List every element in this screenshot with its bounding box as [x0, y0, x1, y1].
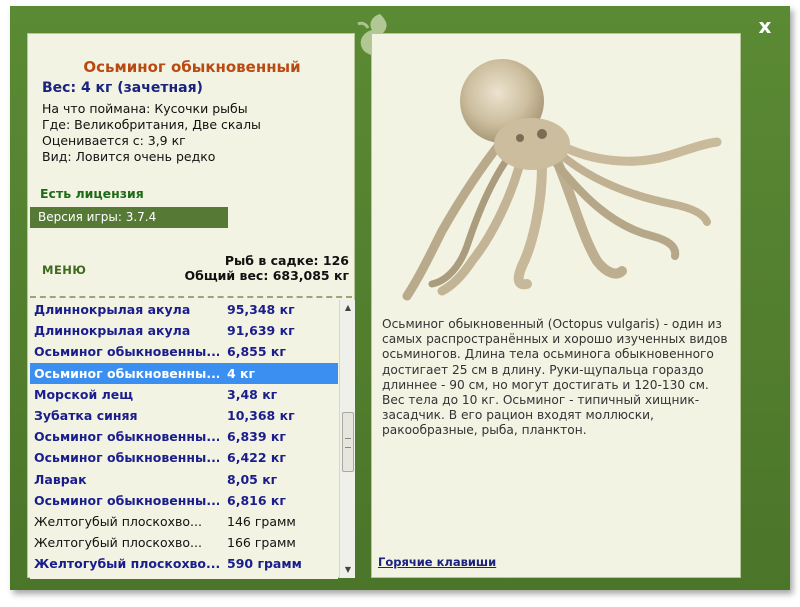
catch-location: Где: Великобритания, Две скалы: [42, 117, 261, 132]
catch-fish-weight: 6,855 кг: [227, 344, 286, 360]
catch-list-row[interactable]: Осьминог обыкновенны... 6,422 кг: [30, 447, 338, 468]
catch-fish-weight: 6,839 кг: [227, 429, 286, 445]
catch-fish-weight: 91,639 кг: [227, 323, 295, 339]
catch-fish-weight: 8,05 кг: [227, 471, 278, 487]
license-status: Есть лицензия: [40, 186, 144, 201]
catch-fish-weight: 95,348 кг: [227, 302, 295, 317]
catch-fish-name: Осьминог обыкновенны...: [34, 365, 219, 381]
catch-list-row[interactable]: Длиннокрылая акула 91,639 кг: [30, 320, 338, 341]
octopus-image: [402, 59, 722, 301]
catch-fish-weight: 4 кг: [227, 365, 256, 381]
catch-list-row[interactable]: Осьминог обыкновенны... 4 кг: [30, 362, 338, 384]
catch-list-row[interactable]: Зубатка синяя 10,368 кг: [30, 405, 338, 426]
fish-details: На что поймана: Кусочки рыбы Где: Велико…: [42, 101, 261, 165]
catch-fish-weight: 3,48 кг: [227, 386, 278, 402]
catch-fish-name: Желтогубый плоскохво...: [34, 513, 202, 529]
catch-fish-weight: 10,368 кг: [227, 407, 295, 423]
catch-fish-name: Морской лещ: [34, 386, 134, 402]
catch-fish-name: Осьминог обыкновенны...: [34, 429, 219, 445]
catch-rarity: Вид: Ловится очень редко: [42, 149, 216, 164]
catch-list-row[interactable]: Длиннокрылая акула 95,348 кг: [30, 299, 338, 320]
catch-fish-weight: 166 грамм: [227, 535, 296, 551]
scroll-thumb[interactable]: [342, 412, 354, 472]
game-version: Версия игры: 3.7.4: [30, 207, 228, 228]
catch-fish-weight: 590 грамм: [227, 556, 302, 572]
total-weight: Общий вес: 683,085 кг: [184, 268, 350, 283]
catch-list-row[interactable]: Осьминог обыкновенны... 6,839 кг: [30, 426, 338, 447]
fish-title: Осьминог обыкновенный: [83, 58, 301, 76]
scroll-down-icon[interactable]: ▼: [340, 562, 356, 578]
catch-fish-name: Желтогубый плоскохво...: [34, 535, 202, 551]
catch-list-row[interactable]: Желтогубый плоскохво... 590 грамм: [30, 553, 338, 574]
catch-list-row[interactable]: Лаврак 8,05 кг: [30, 469, 338, 490]
fish-count: Рыб в садке: 126: [224, 253, 349, 268]
catch-stats: Рыб в садке: 126 Общий вес: 683,085 кг: [185, 253, 350, 283]
fish-info-panel: Осьминог обыкновенный Вес: 4 кг (зачетна…: [27, 33, 355, 579]
catch-fish-weight: 146 грамм: [227, 513, 296, 529]
fish-image-panel: Осьминог обыкновенный (Octopus vulgaris)…: [371, 33, 741, 578]
catch-fish-name: Длиннокрылая акула: [34, 302, 191, 317]
catch-threshold: Оценивается с: 3,9 кг: [42, 133, 186, 148]
catch-list-row[interactable]: Осьминог обыкновенны... 6,816 кг: [30, 490, 338, 511]
scroll-up-icon[interactable]: ▲: [340, 300, 356, 316]
catch-fish-weight: 6,422 кг: [227, 450, 286, 466]
catch-list-row[interactable]: Желтогубый плоскохво... 146 грамм: [30, 511, 338, 532]
fish-description: Осьминог обыкновенный (Octopus vulgaris)…: [382, 317, 728, 438]
list-scrollbar[interactable]: ▲ ▼: [339, 300, 355, 578]
catch-fish-name: Длиннокрылая акула: [34, 323, 191, 339]
divider: [30, 296, 352, 298]
close-button[interactable]: x: [754, 15, 776, 37]
catch-fish-name: Зубатка синяя: [34, 407, 138, 423]
catch-bait: На что поймана: Кусочки рыбы: [42, 101, 248, 116]
catch-list-row[interactable]: Желтогубый плоскохво... 166 грамм: [30, 532, 338, 553]
catch-fish-weight: 6,816 кг: [227, 492, 286, 508]
menu-button[interactable]: МЕНЮ: [42, 263, 86, 277]
catch-list-row[interactable]: Осьминог обыкновенны... 6,855 кг: [30, 341, 338, 362]
catch-fish-name: Желтогубый плоскохво...: [34, 556, 219, 572]
catch-fish-name: Осьминог обыкновенны...: [34, 450, 219, 466]
catch-fish-name: Осьминог обыкновенны...: [34, 344, 219, 360]
fish-weight: Вес: 4 кг (зачетная): [42, 80, 203, 96]
catch-list-row[interactable]: Морской лещ 3,48 кг: [30, 384, 338, 405]
catch-fish-name: Осьминог обыкновенны...: [34, 492, 219, 508]
catch-list[interactable]: Длиннокрылая акула 95,348 кг Длиннокрылая …: [30, 299, 338, 579]
catch-fish-name: Лаврак: [34, 471, 87, 487]
hotkeys-link[interactable]: Горячие клавиши: [378, 555, 496, 569]
